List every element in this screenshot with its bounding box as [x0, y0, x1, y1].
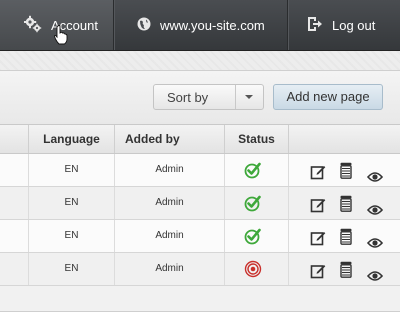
table-row[interactable]: EN Admin — [0, 154, 400, 187]
logout-label: Log out — [332, 17, 376, 33]
status-cell — [225, 187, 289, 219]
status-cell — [225, 220, 289, 252]
row-title-cell — [0, 154, 29, 186]
sort-by-label: Sort by — [167, 90, 209, 105]
edit-icon[interactable] — [310, 261, 326, 293]
globe-icon — [137, 17, 151, 34]
table-row[interactable]: EN Admin — [0, 253, 400, 286]
table-header-row: Language Added by Status — [0, 124, 400, 154]
gear-icon — [23, 15, 42, 36]
added-by-cell: Admin — [115, 154, 225, 186]
sort-by-dropdown[interactable]: Sort by — [153, 84, 264, 110]
actions-cell — [289, 154, 400, 186]
site-link[interactable]: www.you-site.com — [114, 0, 288, 50]
language-cell: EN — [29, 187, 115, 219]
column-header-actions — [289, 125, 400, 153]
logout-icon — [307, 16, 323, 35]
delete-icon[interactable] — [339, 260, 353, 292]
column-header-language[interactable]: Language — [29, 125, 115, 153]
added-by-cell: Admin — [115, 220, 225, 252]
column-header-title — [0, 125, 29, 153]
language-cell: EN — [29, 154, 115, 186]
language-cell: EN — [29, 220, 115, 252]
top-navigation-bar: Account www.you-site.com Log out — [0, 0, 400, 51]
add-new-page-button[interactable]: Add new page — [273, 84, 383, 110]
status-cell — [225, 253, 289, 285]
unpublished-target-icon[interactable] — [244, 260, 262, 292]
added-by-cell: Admin — [115, 187, 225, 219]
actions-cell — [289, 253, 400, 285]
row-title-cell — [0, 253, 29, 285]
added-by-cell: Admin — [115, 253, 225, 285]
site-label: www.you-site.com — [160, 17, 265, 33]
actions-cell — [289, 187, 400, 219]
table-row[interactable]: EN Admin — [0, 220, 400, 253]
column-header-added-by[interactable]: Added by — [115, 125, 225, 153]
row-title-cell — [0, 220, 29, 252]
decorative-pattern-band — [0, 51, 400, 71]
row-title-cell — [0, 187, 29, 219]
actions-cell — [289, 220, 400, 252]
view-icon[interactable] — [366, 264, 384, 296]
language-cell: EN — [29, 253, 115, 285]
table-row[interactable]: EN Admin — [0, 187, 400, 220]
dropdown-separator — [235, 85, 236, 109]
hand-cursor-icon — [54, 25, 68, 50]
chevron-down-icon — [245, 95, 253, 99]
column-header-status[interactable]: Status — [225, 125, 289, 153]
logout-menu-item[interactable]: Log out — [288, 0, 400, 50]
status-cell — [225, 154, 289, 186]
